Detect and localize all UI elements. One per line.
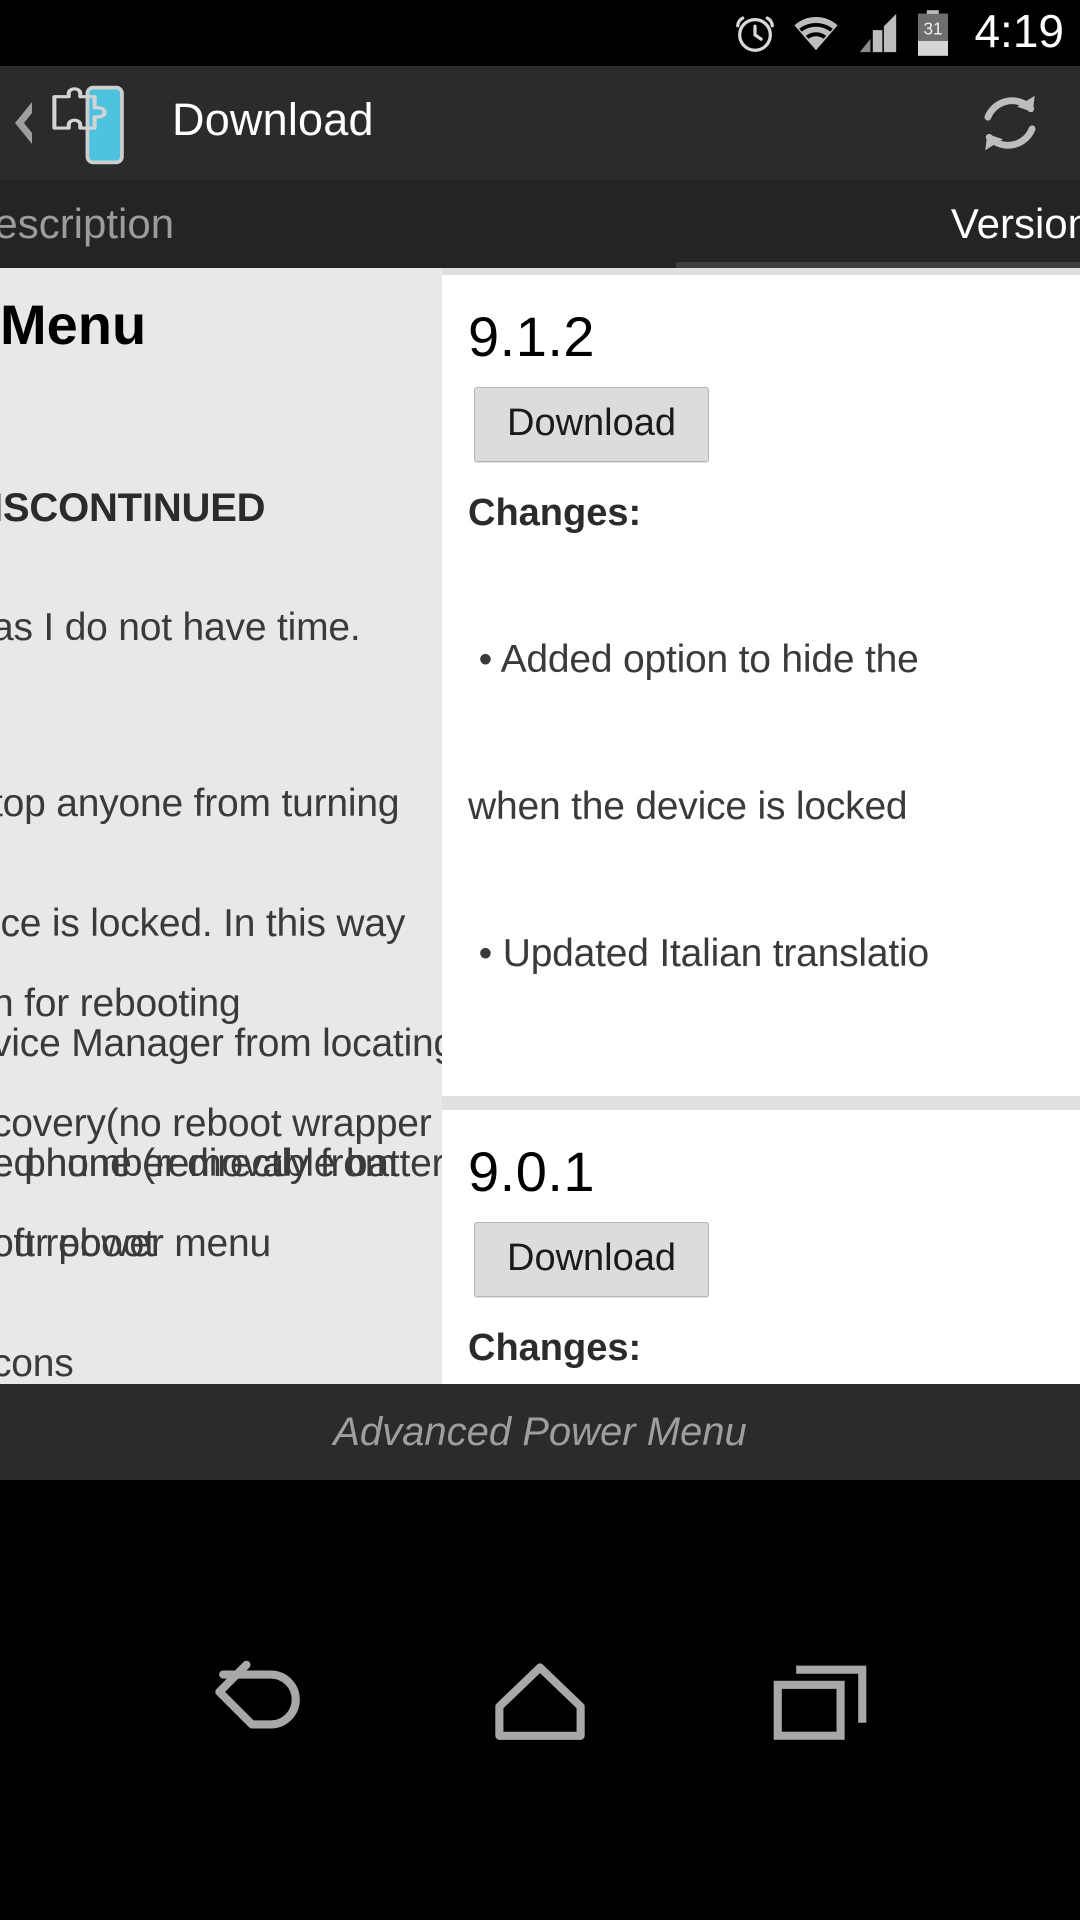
module-title: Menu <box>0 293 147 356</box>
description-page: Menu ISCONTINUED as I do not have time. … <box>0 268 464 1384</box>
recents-icon <box>773 1665 867 1740</box>
changes-list: • Added option to hide the when the devi… <box>442 537 1080 1076</box>
version-number: 9.1.2 <box>468 305 596 368</box>
description-line: n for rebooting <box>0 982 241 1025</box>
version-card: 9.1.2 Download Changes: • Added option t… <box>442 275 1080 1096</box>
footer-bar: Advanced Power Menu <box>0 1384 1080 1480</box>
footer-module-name: Advanced Power Menu <box>333 1409 747 1454</box>
tab-versions-label: Versions <box>950 200 1080 247</box>
system-navigation-bar <box>0 1480 1080 1920</box>
tab-description-label: Description <box>0 200 175 247</box>
download-button[interactable]: Download <box>474 1222 709 1297</box>
svg-text:31: 31 <box>924 18 943 38</box>
content-pager: Menu ISCONTINUED as I do not have time. … <box>0 268 1080 1384</box>
description-line: top anyone from turning <box>0 782 400 825</box>
changes-line: when the device is locked <box>468 785 908 828</box>
status-icons-group: 31 <box>732 9 952 57</box>
alarm-icon <box>736 16 775 52</box>
back-caret-icon <box>15 102 32 144</box>
description-paragraph: k, <box>0 1344 77 1384</box>
nav-recents-button[interactable] <box>740 1620 900 1780</box>
status-clock: 4:19 <box>974 5 1064 57</box>
changes-list: FINAL no more support will be giv • Adde… <box>442 1372 1080 1384</box>
versions-list[interactable]: 9.1.2 Download Changes: • Added option t… <box>442 268 1080 1384</box>
tab-versions[interactable]: Versions <box>951 180 1080 268</box>
wifi-icon <box>794 17 839 51</box>
signal-icon <box>860 13 897 53</box>
home-icon <box>495 1663 585 1740</box>
changes-line: • Added option to hide the <box>468 638 919 681</box>
changes-label: Changes: <box>468 1327 642 1369</box>
version-card: 9.0.1 Download Changes: FINAL no more su… <box>442 1110 1080 1384</box>
back-arrow-icon <box>215 1660 300 1729</box>
xposed-puzzle-icon <box>52 85 124 165</box>
download-button[interactable]: Download <box>474 387 709 462</box>
phone-screen: 31 4:19 Download De <box>0 0 1080 1920</box>
version-number: 9.0.1 <box>468 1140 596 1203</box>
changes-line: • Updated Italian translatio <box>468 932 930 975</box>
battery-icon: 31 <box>918 10 949 56</box>
refresh-button[interactable] <box>962 75 1058 171</box>
tab-bar: Description Versions <box>0 180 1080 268</box>
page-title: Download <box>172 94 374 145</box>
description-line: our power menu <box>0 1222 272 1265</box>
description-line: as I do not have time. <box>0 606 361 649</box>
refresh-icon <box>984 95 1036 151</box>
description-paragraph: ISCONTINUED as I do not have time. <box>0 408 361 728</box>
nav-home-button[interactable] <box>460 1620 620 1780</box>
up-navigation-button[interactable] <box>0 66 132 180</box>
description-line: ISCONTINUED <box>0 486 266 530</box>
nav-back-button[interactable] <box>180 1620 340 1780</box>
tab-description[interactable]: Description <box>0 180 174 268</box>
action-bar: Download <box>0 66 1080 244</box>
status-bar: 31 4:19 <box>0 0 1080 66</box>
changes-label: Changes: <box>468 492 642 534</box>
